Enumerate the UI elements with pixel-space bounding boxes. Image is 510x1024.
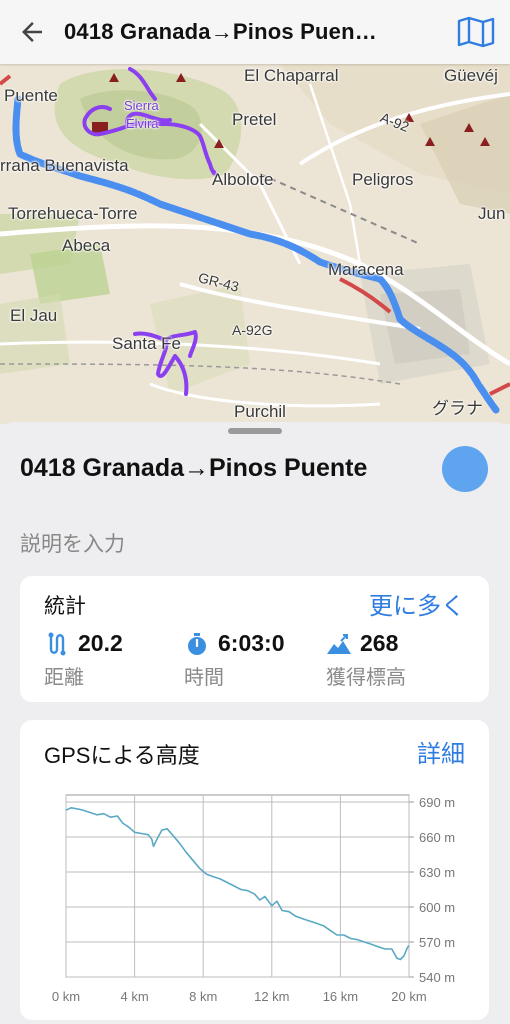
map-label: Puente [4, 86, 58, 105]
x-tick-label: 4 km [121, 989, 149, 1004]
arrow-left-icon [22, 22, 42, 42]
x-tick-label: 16 km [323, 989, 358, 1004]
map-label: Elvira [126, 116, 159, 131]
stat-value: 268 [360, 630, 399, 656]
y-tick-label: 570 m [419, 935, 455, 950]
stat-time: 6:03:0 時間 [184, 630, 284, 690]
map-label: Maracena [328, 260, 404, 279]
elevation-chart[interactable]: 0 km 4 km 8 km 12 km 16 km 20 km 690 m 660 m 630… [20, 720, 489, 1020]
stat-value: 20.2 [78, 630, 123, 656]
x-tick-label: 8 km [189, 989, 217, 1004]
stat-distance: 20.2 距離 [44, 630, 123, 690]
y-tick-label: 660 m [419, 830, 455, 845]
x-tick-label: 12 km [254, 989, 289, 1004]
y-tick-label: 540 m [419, 970, 455, 985]
track-details-sheet: 0418 Granada→Pinos Puente 説明を入力 統計 更に多く … [0, 422, 510, 1024]
chart-frame [65, 794, 410, 978]
route-title: 0418 Granada→Pinos Puente [20, 454, 368, 482]
more-button[interactable]: 更に多く [369, 586, 465, 621]
map-label: グラナ [432, 399, 483, 418]
map-label: A-92G [232, 322, 273, 338]
stat-value: 6:03:0 [218, 630, 285, 656]
drag-handle[interactable] [228, 428, 282, 434]
stopwatch-icon [184, 631, 210, 657]
map-icon [457, 16, 495, 48]
elevation-card: GPSによる高度 詳細 0 km 4 km 8 km 12 km 16 km 20 km 6… [20, 720, 489, 1020]
map-label: Albolote [212, 170, 274, 189]
top-app-bar: 0418 Granada→Pinos Puen… [0, 0, 510, 64]
map-label: Purchil [234, 402, 286, 421]
y-tick-label: 630 m [419, 865, 455, 880]
y-tick-label: 600 m [419, 900, 455, 915]
elevation-gain-icon [326, 631, 352, 657]
back-button[interactable] [0, 0, 64, 64]
statistics-title: 統計 [44, 594, 86, 618]
map-label: El Chaparral [244, 66, 339, 85]
stat-label: 時間 [184, 665, 224, 689]
map-label: Peligros [352, 170, 414, 189]
stat-label: 距離 [44, 665, 84, 689]
map-label: Jun [478, 204, 506, 223]
map-label: Santa Fe [112, 334, 181, 353]
stat-label: 獲得標高 [326, 665, 406, 689]
map-label: Torrehueca-Torre [8, 204, 138, 223]
map-label: Sierra [124, 98, 159, 113]
statistics-card: 統計 更に多く 20.2 距離 6:03:0 時間 268 獲得標高 [20, 576, 489, 702]
route-map[interactable]: Puente El Chaparral Güevéj Sierra Elvira… [0, 64, 510, 424]
map-label: Pretel [232, 110, 277, 129]
y-tick-label: 690 m [419, 795, 455, 810]
x-tick-label: 0 km [52, 989, 80, 1004]
distance-icon [44, 631, 70, 657]
x-tick-label: 20 km [391, 989, 426, 1004]
map-label: El Jau [10, 306, 58, 325]
map-view-button[interactable] [450, 6, 502, 58]
map-label: Güevéj [444, 66, 498, 85]
description-input[interactable]: 説明を入力 [20, 528, 125, 558]
track-color-button[interactable] [442, 446, 488, 492]
page-title: 0418 Granada→Pinos Puen… [64, 19, 377, 44]
stat-elevation-gain: 268 獲得標高 [326, 630, 406, 690]
elevation-line [65, 807, 410, 961]
map-label: rrana Buenavista [0, 156, 129, 175]
map-label: Abeca [62, 236, 111, 255]
